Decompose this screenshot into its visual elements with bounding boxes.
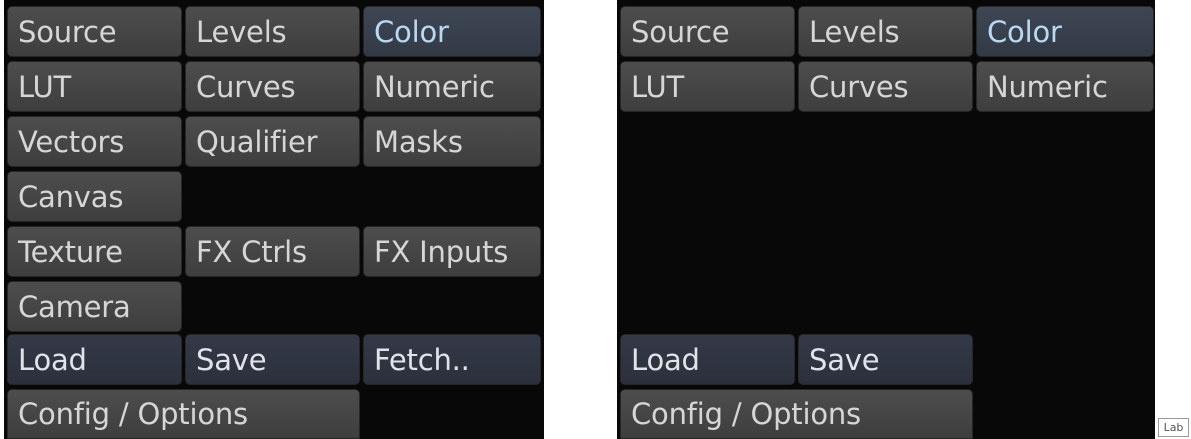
curves-button[interactable]: Curves bbox=[798, 61, 973, 112]
color-button[interactable]: Color bbox=[976, 6, 1154, 57]
levels-button[interactable]: Levels bbox=[185, 6, 360, 57]
menu-panel-full: Source Levels Color LUT Curves Numeric V… bbox=[4, 0, 544, 439]
config-options-button[interactable]: Config / Options bbox=[7, 389, 360, 439]
load-button[interactable]: Load bbox=[7, 334, 182, 385]
fx-ctrls-button[interactable]: FX Ctrls bbox=[185, 226, 360, 277]
texture-button[interactable]: Texture bbox=[7, 226, 182, 277]
curves-button[interactable]: Curves bbox=[185, 61, 360, 112]
vectors-button[interactable]: Vectors bbox=[7, 116, 182, 167]
masks-button[interactable]: Masks bbox=[363, 116, 541, 167]
config-options-button[interactable]: Config / Options bbox=[620, 389, 973, 439]
canvas-button[interactable]: Canvas bbox=[7, 171, 182, 222]
source-button[interactable]: Source bbox=[7, 6, 182, 57]
lut-button[interactable]: LUT bbox=[620, 61, 795, 112]
save-button[interactable]: Save bbox=[185, 334, 360, 385]
numeric-button[interactable]: Numeric bbox=[363, 61, 541, 112]
lut-button[interactable]: LUT bbox=[7, 61, 182, 112]
save-button[interactable]: Save bbox=[798, 334, 973, 385]
qualifier-button[interactable]: Qualifier bbox=[185, 116, 360, 167]
levels-button[interactable]: Levels bbox=[798, 6, 973, 57]
fx-inputs-button[interactable]: FX Inputs bbox=[363, 226, 541, 277]
load-button[interactable]: Load bbox=[620, 334, 795, 385]
fetch-button[interactable]: Fetch.. bbox=[363, 334, 541, 385]
screenshot-stage: Source Levels Color LUT Curves Numeric V… bbox=[0, 0, 1191, 439]
color-button[interactable]: Color bbox=[363, 6, 541, 57]
source-button[interactable]: Source bbox=[620, 6, 795, 57]
corner-tag: Lab bbox=[1158, 418, 1189, 437]
numeric-button[interactable]: Numeric bbox=[976, 61, 1154, 112]
menu-panel-reduced: Source Levels Color LUT Curves Numeric L… bbox=[617, 0, 1155, 439]
camera-button[interactable]: Camera bbox=[7, 281, 182, 332]
